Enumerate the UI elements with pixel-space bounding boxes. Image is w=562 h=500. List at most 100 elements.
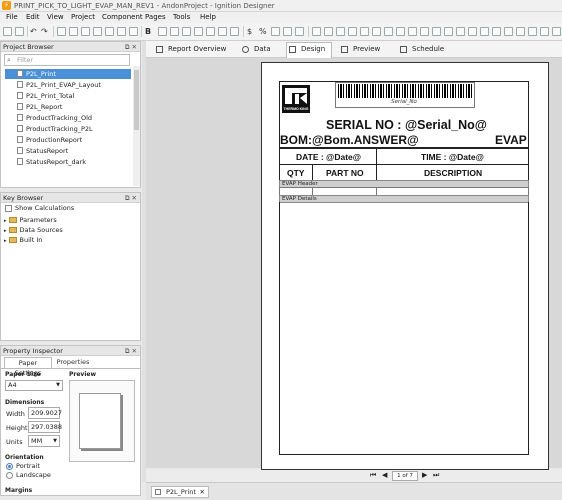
layout-icon[interactable]	[540, 27, 549, 36]
layout-icon[interactable]	[444, 27, 453, 36]
layout-icon[interactable]	[516, 27, 525, 36]
number-format-icon[interactable]	[295, 27, 304, 36]
tab-paper-settings[interactable]: Paper Settings	[4, 357, 52, 377]
delete-icon[interactable]	[93, 27, 102, 36]
menu-project[interactable]: Project	[71, 13, 95, 22]
prev-page-icon[interactable]: ◀	[382, 471, 387, 479]
menu-file[interactable]: File	[6, 13, 18, 22]
height-input[interactable]: 297.0388	[28, 421, 62, 433]
tree-item[interactable]: ProductTracking_P2L	[17, 124, 93, 134]
tree-item-data-sources[interactable]: ▸ Data Sources	[4, 225, 63, 235]
tree-item-built-in[interactable]: ▸ Built In	[4, 235, 42, 245]
panel-controls[interactable]: ⧉ ✕	[125, 42, 137, 52]
menu-pages[interactable]: Pages	[145, 13, 166, 22]
format-icon[interactable]	[218, 27, 227, 36]
format-icon[interactable]	[194, 27, 203, 36]
layout-icon[interactable]	[348, 27, 357, 36]
layout-icon[interactable]	[480, 27, 489, 36]
page-indicator[interactable]: 1 of 7	[392, 471, 418, 481]
currency-icon[interactable]: $	[247, 26, 252, 37]
menu-edit[interactable]: Edit	[26, 13, 40, 22]
layout-icon[interactable]	[408, 27, 417, 36]
layout-icon[interactable]	[456, 27, 465, 36]
align-center-icon[interactable]	[170, 27, 179, 36]
portrait-radio[interactable]	[6, 463, 13, 470]
close-icon[interactable]: ✕	[200, 487, 205, 497]
panel-controls[interactable]: ⧉ ✕	[125, 346, 137, 356]
tag-icon[interactable]	[117, 27, 126, 36]
paste-icon[interactable]	[81, 27, 90, 36]
tree-item[interactable]: P2L_Print_Total	[17, 91, 74, 101]
menu-view[interactable]: View	[47, 13, 64, 22]
menu-tools[interactable]: Tools	[173, 13, 190, 22]
tab-preview[interactable]: Preview	[339, 43, 380, 56]
layout-icon[interactable]	[336, 27, 345, 36]
next-page-icon[interactable]: ▶	[422, 471, 427, 479]
bom-text[interactable]: BOM:@Bom.ANSWER@	[280, 133, 419, 147]
document-tab-p2l-print[interactable]: P2L_Print ✕	[151, 486, 209, 498]
tab-data[interactable]: Data	[240, 43, 271, 56]
layout-icon[interactable]	[528, 27, 537, 36]
tree-item[interactable]: P2L_Print_EVAP_Layout	[17, 80, 101, 90]
tab-schedule[interactable]: Schedule	[398, 43, 444, 56]
first-page-icon[interactable]: ⏮	[370, 471, 376, 480]
script-icon[interactable]	[129, 27, 138, 36]
layout-icon[interactable]	[420, 27, 429, 36]
find-icon[interactable]	[105, 27, 114, 36]
tree-item[interactable]: ProductionReport	[17, 135, 82, 145]
units-select[interactable]: MM ▼	[28, 435, 60, 447]
evap-text[interactable]: EVAP	[495, 133, 527, 147]
scrollbar-thumb[interactable]	[134, 70, 139, 130]
layout-icon[interactable]	[504, 27, 513, 36]
layout-icon[interactable]	[552, 27, 561, 36]
redo-icon[interactable]: ↷	[41, 26, 48, 37]
tab-properties[interactable]: Properties	[53, 357, 93, 368]
tree-item-parameters[interactable]: ▸ Parameters	[4, 215, 57, 225]
align-right-icon[interactable]	[182, 27, 191, 36]
serial-no-text[interactable]: SERIAL NO : @Serial_No@	[326, 118, 487, 132]
panel-controls[interactable]: ⧉ ✕	[125, 193, 137, 203]
cut-icon[interactable]	[57, 27, 66, 36]
tree-item[interactable]: P2L_Report	[17, 102, 62, 112]
paper-size-select[interactable]: A4 ▼	[5, 380, 63, 391]
layout-icon[interactable]	[312, 27, 321, 36]
percent-icon[interactable]: %	[259, 26, 267, 37]
tree-item[interactable]: StatusReport_dark	[17, 157, 86, 167]
layout-icon[interactable]	[372, 27, 381, 36]
layout-icon[interactable]	[468, 27, 477, 36]
filter-input[interactable]: ⌕ Filter	[4, 54, 130, 66]
expand-icon[interactable]: ▸	[4, 228, 7, 234]
landscape-radio[interactable]	[6, 472, 13, 479]
copy-icon[interactable]	[69, 27, 78, 36]
layout-icon[interactable]	[396, 27, 405, 36]
scrollbar[interactable]	[133, 66, 140, 186]
number-format-icon[interactable]	[271, 27, 280, 36]
save-icon[interactable]	[3, 27, 12, 36]
layout-icon[interactable]	[432, 27, 441, 36]
number-format-icon[interactable]	[283, 27, 292, 36]
tree-item[interactable]: StatusReport	[17, 146, 68, 156]
format-icon[interactable]	[206, 27, 215, 36]
menu-help[interactable]: Help	[200, 13, 216, 22]
align-left-icon[interactable]	[158, 27, 167, 36]
tree-item[interactable]: ProductTracking_Old	[17, 113, 92, 123]
report-page[interactable]: THERMO KING Serial_No SERIAL NO : @Seria…	[261, 62, 549, 470]
open-icon[interactable]	[15, 27, 24, 36]
layout-icon[interactable]	[492, 27, 501, 36]
layout-icon[interactable]	[360, 27, 369, 36]
menu-component[interactable]: Component	[102, 13, 143, 22]
barcode[interactable]: Serial_No	[335, 82, 475, 108]
show-calculations-checkbox[interactable]	[5, 205, 12, 212]
expand-icon[interactable]: ▸	[4, 238, 7, 244]
format-icon[interactable]	[230, 27, 239, 36]
tab-report-overview[interactable]: Report Overview	[154, 43, 226, 56]
tab-design[interactable]: Design	[286, 42, 333, 58]
undo-icon[interactable]: ↶	[30, 26, 37, 37]
layout-icon[interactable]	[384, 27, 393, 36]
tree-item-p2l-print[interactable]: P2L_Print	[5, 69, 131, 79]
evap-details-area[interactable]	[279, 202, 529, 455]
width-input[interactable]: 209.9027	[28, 407, 62, 419]
layout-icon[interactable]	[324, 27, 333, 36]
last-page-icon[interactable]: ⏭	[433, 471, 439, 480]
bold-icon[interactable]: B	[145, 26, 151, 37]
